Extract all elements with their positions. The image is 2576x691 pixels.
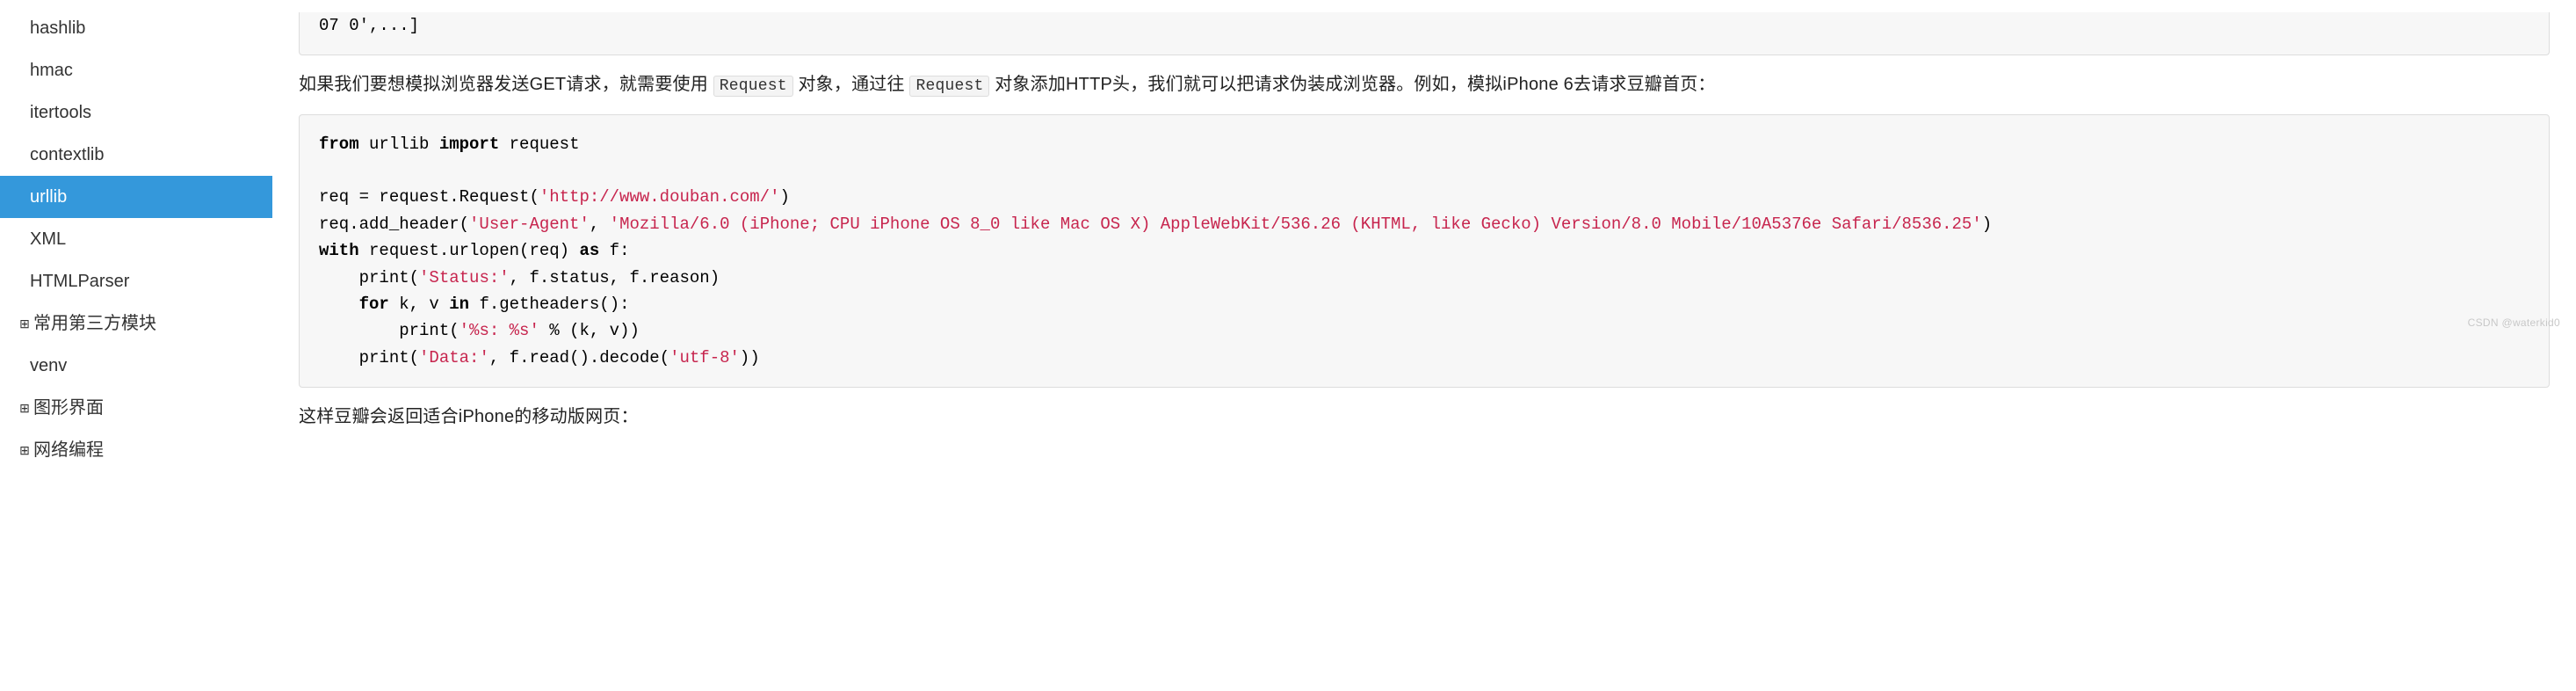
str-status: 'Status:' (419, 268, 510, 287)
sidebar-item-htmlparser[interactable]: HTMLParser (0, 260, 272, 302)
code-text: print( (319, 321, 459, 340)
str-data: 'Data:' (419, 348, 489, 367)
sidebar-item-xml[interactable]: XML (0, 218, 272, 260)
kw-with: with (319, 241, 359, 260)
str-url: 'http://www.douban.com/' (539, 187, 780, 207)
sidebar-item-label: venv (30, 356, 67, 375)
sidebar-item-label: 常用第三方模块 (33, 314, 156, 333)
kw-for: for (359, 295, 389, 314)
text: 如果我们要想模拟浏览器发送GET请求，就需要使用 (299, 75, 708, 94)
code-text: urllib (359, 135, 439, 154)
inline-code-request-1: Request (713, 76, 793, 97)
sidebar-item-label: urllib (30, 187, 67, 207)
sidebar-item-label: hmac (30, 61, 73, 80)
sidebar-item-network[interactable]: ⊞网络编程 (0, 429, 272, 471)
text: 对象添加HTTP头，我们就可以把请求伪装成浏览器。例如，模拟iPhone 6去请… (995, 75, 1715, 94)
paragraph-intro: 如果我们要想模拟浏览器发送GET请求，就需要使用 Request 对象，通过往 … (299, 68, 2550, 101)
expand-icon: ⊞ (18, 316, 32, 333)
code-text (319, 295, 359, 314)
sidebar-item-hashlib[interactable]: hashlib (0, 7, 272, 49)
kw-import: import (439, 135, 499, 154)
kw-from: from (319, 135, 359, 154)
sidebar-item-label: HTMLParser (30, 272, 129, 291)
code-text: f.getheaders(): (469, 295, 629, 314)
main-content: 07 0',...] 如果我们要想模拟浏览器发送GET请求，就需要使用 Requ… (272, 0, 2576, 691)
sidebar-item-thirdparty[interactable]: ⊞常用第三方模块 (0, 302, 272, 345)
code-text: , f.status, f.reason) (510, 268, 720, 287)
sidebar-item-label: 图形界面 (33, 398, 104, 418)
sidebar-item-urllib[interactable]: urllib (0, 176, 272, 218)
code-text: req.add_header( (319, 215, 469, 234)
code-block-prev-tail: 07 0',...] (299, 12, 2550, 55)
code-text: , (590, 215, 610, 234)
expand-icon: ⊞ (18, 442, 32, 460)
code-text: ) (780, 187, 790, 207)
str-ua-val: 'Mozilla/6.0 (iPhone; CPU iPhone OS 8_0 … (610, 215, 1982, 234)
sidebar-item-label: XML (30, 229, 66, 249)
code-text: print( (319, 268, 419, 287)
inline-code-request-2: Request (909, 76, 989, 97)
paragraph-outro: 这样豆瓣会返回适合iPhone的移动版网页： (299, 400, 2550, 433)
sidebar-item-label: contextlib (30, 145, 105, 164)
text: 对象，通过往 (798, 75, 904, 94)
code-text: f: (599, 241, 629, 260)
code-text: 07 0',...] (319, 16, 419, 35)
sidebar-item-itertools[interactable]: itertools (0, 91, 272, 134)
code-text: print( (319, 348, 419, 367)
sidebar-item-label: itertools (30, 103, 91, 122)
sidebar-item-venv[interactable]: venv (0, 345, 272, 387)
sidebar-item-label: 网络编程 (33, 440, 104, 460)
expand-icon: ⊞ (18, 400, 32, 418)
kw-in: in (449, 295, 469, 314)
code-text: )) (740, 348, 760, 367)
code-block-main: from urllib import request req = request… (299, 114, 2550, 389)
sidebar-nav: hashlib hmac itertools contextlib urllib… (0, 0, 272, 691)
sidebar-item-label: hashlib (30, 18, 85, 38)
code-text: , f.read().decode( (489, 348, 669, 367)
sidebar-item-hmac[interactable]: hmac (0, 49, 272, 91)
code-text: ) (1982, 215, 1992, 234)
code-text: % (k, v)) (539, 321, 640, 340)
str-fmt: '%s: %s' (459, 321, 539, 340)
code-text: req = request.Request( (319, 187, 539, 207)
sidebar-item-gui[interactable]: ⊞图形界面 (0, 387, 272, 429)
sidebar-item-contextlib[interactable]: contextlib (0, 134, 272, 176)
kw-as: as (579, 241, 599, 260)
code-text: request.urlopen(req) (359, 241, 580, 260)
code-text: k, v (389, 295, 449, 314)
code-text: request (499, 135, 579, 154)
str-utf8: 'utf-8' (669, 348, 740, 367)
str-ua-key: 'User-Agent' (469, 215, 590, 234)
